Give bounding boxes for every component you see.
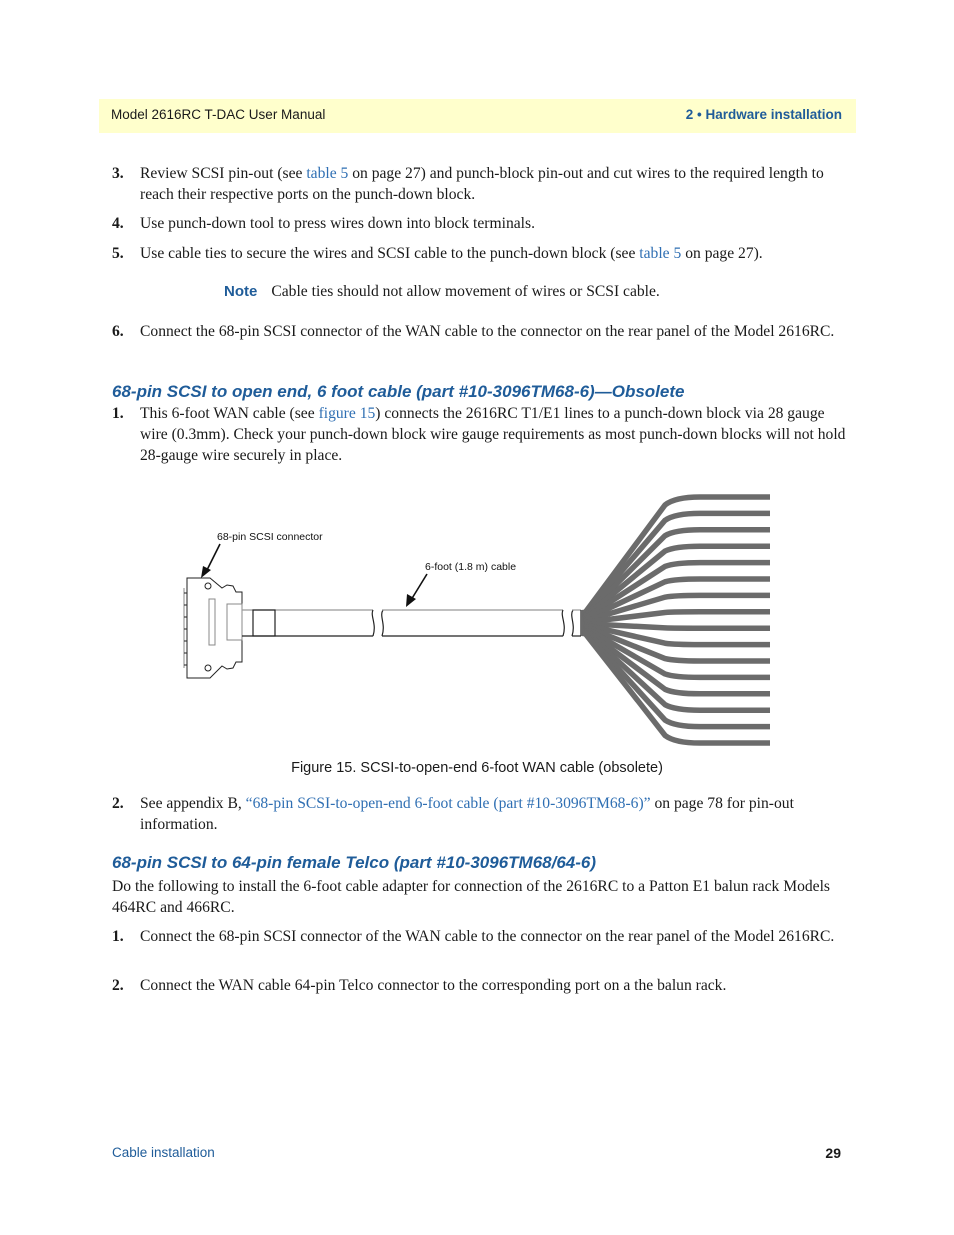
step-text: See appendix B, “68-pin SCSI-to-open-end… <box>140 795 794 833</box>
figure-15-link[interactable]: figure 15 <box>319 405 376 422</box>
step-number: 5. <box>112 245 124 262</box>
figure-15-cable-diagram: 68-pin SCSI connector 6-foot (1.8 m) cab… <box>170 488 790 758</box>
step-number: 2. <box>112 977 124 994</box>
wire-fanout <box>581 494 770 746</box>
step-text: Use cable ties to secure the wires and S… <box>140 245 763 262</box>
cable-illustration: 68-pin SCSI connector 6-foot (1.8 m) cab… <box>183 494 770 746</box>
step-text: Connect the 68-pin SCSI connector of the… <box>140 323 835 340</box>
section-heading-open-end: 68-pin SCSI to open end, 6 foot cable (p… <box>112 382 685 401</box>
note-text: Cable ties should not allow movement of … <box>271 283 660 300</box>
connector-label: 68-pin SCSI connector <box>217 531 323 543</box>
step-text: Connect the 68-pin SCSI connector of the… <box>140 928 835 945</box>
note-label: Note <box>224 283 258 300</box>
step-text: Use punch-down tool to press wires down … <box>140 215 535 232</box>
running-header: Model 2616RC T-DAC User Manual 2 • Hardw… <box>99 99 856 133</box>
connector-arrow <box>201 543 221 578</box>
step-text: Connect the WAN cable 64-pin Telco conne… <box>140 977 727 994</box>
step-text: This 6-foot WAN cable (see figure 15) co… <box>140 405 846 464</box>
step-number: 2. <box>112 795 124 812</box>
cable-arrow <box>406 573 428 607</box>
chapter-title: 2 • Hardware installation <box>685 107 842 122</box>
section-heading-telco: 68-pin SCSI to 64-pin female Telco (part… <box>112 853 597 872</box>
page-number: 29 <box>825 1145 841 1161</box>
wire <box>583 620 770 631</box>
cable-body <box>242 609 582 637</box>
table-5-link[interactable]: table 5 <box>639 245 681 262</box>
step-number: 3. <box>112 165 124 182</box>
scsi-connector <box>183 577 243 679</box>
manual-title: Model 2616RC T-DAC User Manual <box>111 107 326 122</box>
step-number: 1. <box>112 405 124 422</box>
table-5-link[interactable]: table 5 <box>306 165 348 182</box>
section2-intro: Do the following to install the 6-foot c… <box>112 878 831 916</box>
note: Note Cable ties should not allow movement… <box>224 283 660 301</box>
step-number: 6. <box>112 323 124 340</box>
step-number: 1. <box>112 928 124 945</box>
appendix-b-link[interactable]: “68-pin SCSI-to-open-end 6-foot cable (p… <box>246 795 651 812</box>
figure-caption: Figure 15. SCSI-to-open-end 6-foot WAN c… <box>291 760 663 776</box>
step-number: 4. <box>112 215 124 232</box>
footer-section-title: Cable installation <box>112 1145 215 1160</box>
cable-label: 6-foot (1.8 m) cable <box>425 561 516 573</box>
step-text: Review SCSI pin-out (see table 5 on page… <box>140 165 824 203</box>
